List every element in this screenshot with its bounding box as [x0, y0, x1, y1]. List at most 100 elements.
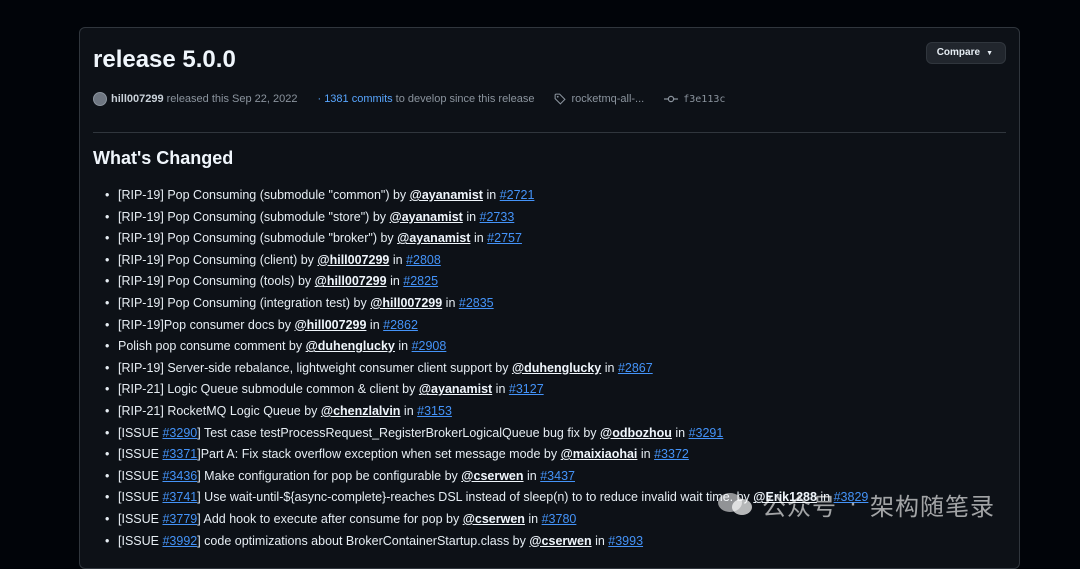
pull-request-link[interactable]: #2867 [618, 361, 653, 375]
change-in-text: in [671, 425, 689, 440]
commits-tail: to develop since this release [395, 93, 535, 105]
user-mention-link[interactable]: @ayanamist [390, 210, 463, 224]
user-mention-link[interactable]: @hill007299 [317, 253, 389, 267]
change-text: ] code optimizations about BrokerContain… [197, 533, 530, 548]
pull-request-link[interactable]: #2862 [383, 318, 418, 332]
change-item: [RIP-19] Pop Consuming (submodule "store… [93, 207, 868, 229]
change-text: Polish pop consume comment by [118, 339, 306, 354]
user-mention-link[interactable]: @odbozhou [600, 426, 672, 440]
change-in-text: in [400, 403, 418, 418]
change-text: [RIP-19] Server-side rebalance, lightwei… [118, 360, 512, 375]
section-heading: What's Changed [93, 148, 234, 168]
change-item: [RIP-19]Pop consumer docs by @hill007299… [93, 315, 868, 337]
commit-sha: f3e113c [683, 93, 726, 105]
user-mention-link[interactable]: @hill007299 [294, 318, 366, 332]
issue-link[interactable]: #3436 [162, 469, 197, 483]
pull-request-link[interactable]: #3153 [417, 404, 452, 418]
user-mention-link[interactable]: @cserwen [461, 469, 523, 483]
change-item: [RIP-21] RocketMQ Logic Queue by @chenzl… [93, 401, 868, 423]
change-in-text: in [366, 317, 384, 332]
change-text: ] Make configuration for pop be configur… [197, 468, 462, 483]
change-item: [ISSUE #3290] Test case testProcessReque… [93, 423, 868, 445]
issue-prefix: [ISSUE [118, 447, 163, 462]
user-mention-link[interactable]: @duhenglucky [306, 339, 395, 353]
issue-link[interactable]: #3992 [162, 534, 197, 548]
pull-request-link[interactable]: #2908 [412, 339, 447, 353]
release-meta: hill007299 released this Sep 22, 2022 · … [93, 91, 725, 107]
user-mention-link[interactable]: @duhenglucky [512, 361, 601, 375]
change-in-text: in [389, 252, 407, 267]
change-text: ] Use wait-until-${async-complete}-reach… [197, 490, 754, 505]
tag-link[interactable]: rocketmq-all-... [554, 93, 644, 105]
change-text: ]Part A: Fix stack overflow exception wh… [197, 447, 561, 462]
user-mention-link[interactable]: @ayanamist [397, 231, 470, 245]
change-item: [RIP-21] Logic Queue submodule common & … [93, 379, 868, 401]
watermark: 公众号 · 架构随笔录 [718, 486, 995, 522]
issue-prefix: [ISSUE [118, 511, 163, 526]
pull-request-link[interactable]: #2825 [403, 274, 438, 288]
change-item: [RIP-19] Pop Consuming (submodule "broke… [93, 228, 868, 250]
change-text: [RIP-19] Pop Consuming (client) by [118, 252, 318, 267]
pull-request-link[interactable]: #3993 [608, 534, 643, 548]
issue-link[interactable]: #3290 [162, 426, 197, 440]
issue-prefix: [ISSUE [118, 533, 163, 548]
issue-prefix: [ISSUE [118, 468, 163, 483]
commit-link[interactable]: f3e113c [664, 94, 725, 105]
change-in-text: in [523, 468, 541, 483]
change-in-text: in [601, 360, 618, 375]
issue-link[interactable]: #3779 [162, 512, 197, 526]
pull-request-link[interactable]: #3127 [509, 382, 544, 396]
change-in-text: in [482, 188, 500, 202]
change-in-text: in [524, 511, 542, 526]
released-text: released this Sep 22, 2022 [166, 93, 298, 105]
change-text: [RIP-19] Pop Consuming (submodule "commo… [118, 188, 410, 202]
user-mention-link[interactable]: @hill007299 [315, 274, 387, 288]
watermark-separator: · [849, 490, 858, 517]
tag-label: rocketmq-all-... [571, 93, 645, 105]
tag-icon [555, 93, 567, 105]
pull-request-link[interactable]: #2835 [459, 296, 494, 310]
change-in-text: in [394, 339, 412, 354]
issue-link[interactable]: #3371 [162, 447, 197, 461]
pull-request-link[interactable]: #2733 [480, 210, 515, 224]
change-item: [ISSUE #3992] code optimizations about B… [93, 531, 868, 553]
issue-prefix: [ISSUE [118, 425, 163, 440]
user-mention-link[interactable]: @hill007299 [370, 296, 442, 310]
watermark-left: 公众号 [762, 493, 837, 521]
issue-prefix: [ISSUE [118, 490, 163, 505]
release-title[interactable]: release 5.0.0 [93, 46, 236, 74]
change-item: [RIP-19] Pop Consuming (client) by @hill… [93, 250, 868, 272]
pull-request-link[interactable]: #2721 [500, 188, 535, 202]
pull-request-link[interactable]: #3437 [540, 469, 575, 483]
author-link[interactable]: hill007299 [111, 93, 164, 105]
pull-request-link[interactable]: #3372 [654, 447, 689, 461]
change-in-text: in [386, 274, 404, 289]
divider [93, 132, 1006, 133]
change-item: [ISSUE #3371]Part A: Fix stack overflow … [93, 444, 868, 466]
change-in-text: in [462, 209, 480, 224]
change-item: [RIP-19] Pop Consuming (submodule "commo… [93, 185, 868, 207]
compare-button[interactable]: Compare ▼ [925, 42, 1006, 64]
user-mention-link[interactable]: @ayanamist [419, 382, 492, 396]
user-mention-link[interactable]: @chenzlalvin [321, 404, 401, 418]
change-item: Polish pop consume comment by @duhengluc… [93, 336, 868, 358]
pull-request-link[interactable]: #3780 [542, 512, 577, 526]
pull-request-link[interactable]: #2808 [406, 253, 441, 267]
user-mention-link[interactable]: @cserwen [529, 534, 591, 548]
change-item: [RIP-19] Server-side rebalance, lightwei… [93, 358, 868, 380]
change-text: [RIP-19] Pop Consuming (submodule "store… [118, 209, 390, 224]
change-text: ] Add hook to execute after consume for … [197, 511, 463, 526]
user-mention-link[interactable]: @ayanamist [410, 188, 483, 202]
commits-link[interactable]: · 1381 commits [317, 93, 392, 105]
change-in-text: in [591, 533, 609, 548]
user-mention-link[interactable]: @maixiaohai [561, 447, 638, 461]
pull-request-link[interactable]: #2757 [487, 231, 522, 245]
compare-label: Compare [936, 47, 981, 58]
watermark-right: 架构随笔录 [870, 493, 995, 521]
change-text: [RIP-19] Pop Consuming (integration test… [118, 295, 371, 310]
issue-link[interactable]: #3741 [162, 490, 197, 504]
pull-request-link[interactable]: #3291 [689, 426, 724, 440]
commit-icon [664, 95, 679, 103]
user-mention-link[interactable]: @cserwen [463, 512, 525, 526]
avatar[interactable] [93, 92, 107, 106]
